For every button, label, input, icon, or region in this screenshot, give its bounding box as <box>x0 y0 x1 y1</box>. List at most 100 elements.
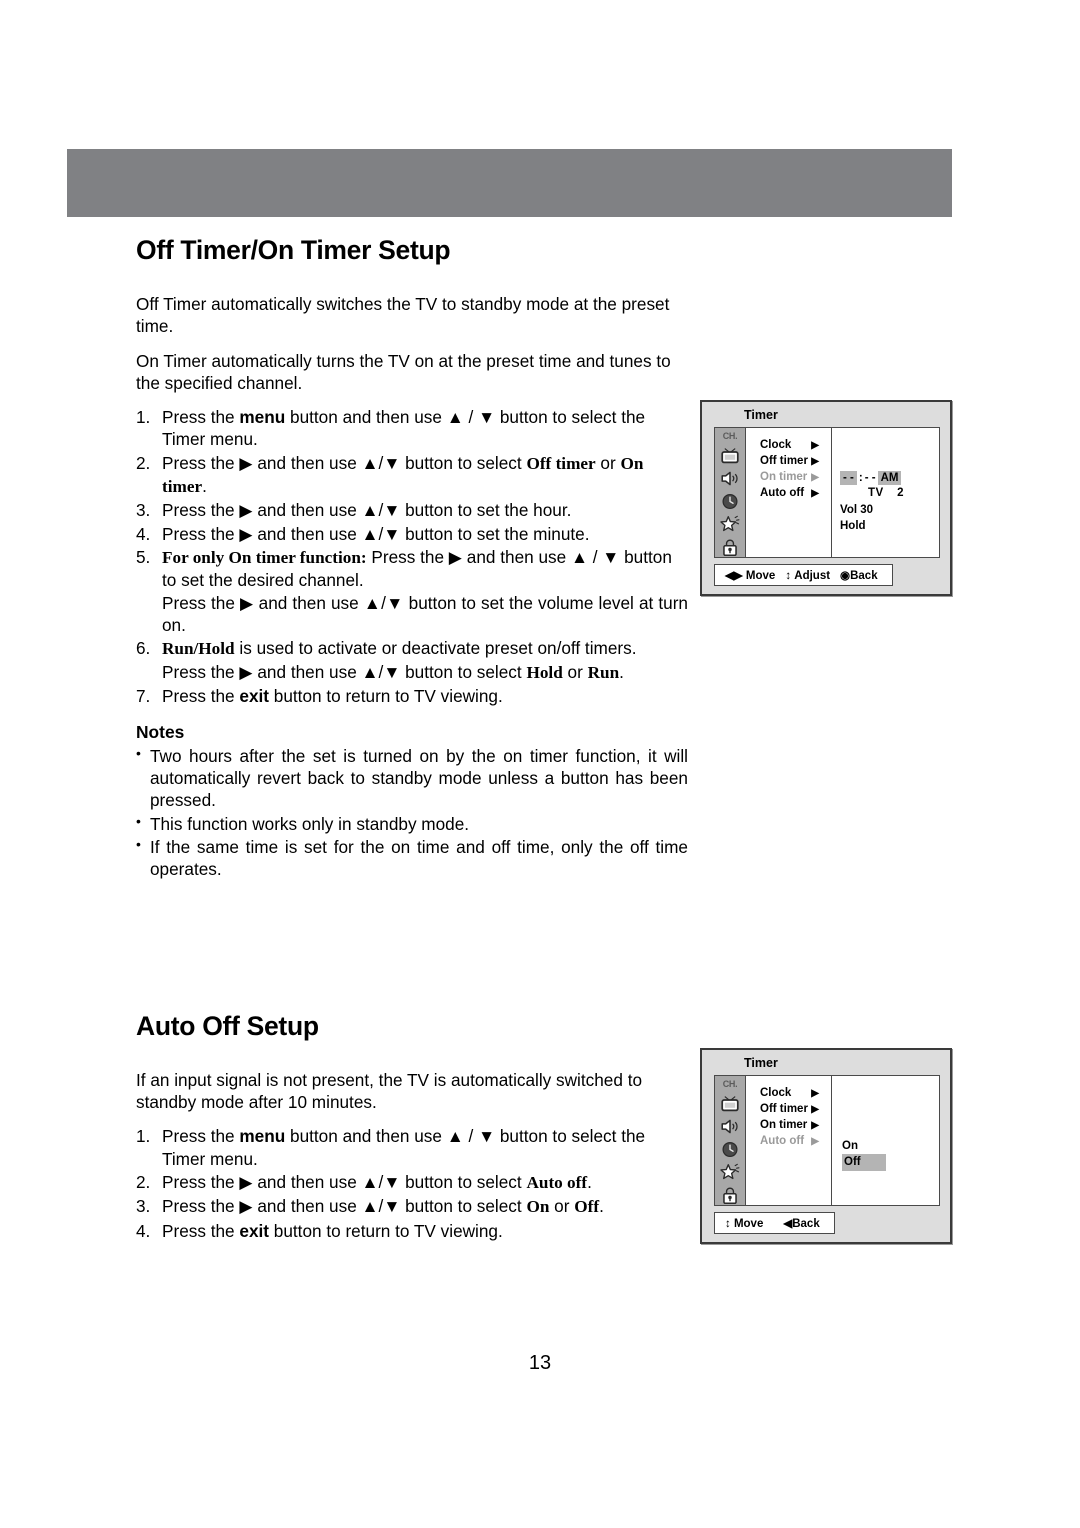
osd-menu-item-on-timer[interactable]: On timer ▶ <box>760 470 831 486</box>
step-text-pre: Press the ▶ and then use ▲/▼ button to s… <box>162 523 590 544</box>
section2-intro-paragraph: If an input signal is not present, the T… <box>136 1069 643 1113</box>
tv-icon[interactable] <box>719 446 741 465</box>
osd-menu-item-off-timer[interactable]: Off timer ▶ <box>760 454 831 470</box>
step-number: 3. <box>136 1196 151 1217</box>
step-number: 4. <box>136 523 151 544</box>
step-text-pre: Press the ▶ and then use ▲/▼ button to s… <box>162 1171 527 1192</box>
step-number: 5. <box>136 547 151 568</box>
adjust-hint: ↕ Adjust <box>785 570 830 582</box>
step-text-pre: Press the <box>162 406 240 427</box>
tv-icon[interactable] <box>719 1094 741 1113</box>
back-hint: ◀Back <box>783 1218 819 1230</box>
osd-menu-item-off-timer[interactable]: Off timer ▶ <box>760 1102 831 1118</box>
chevron-right-icon: ▶ <box>811 1120 819 1132</box>
step-number: 1. <box>136 1126 151 1147</box>
back-circle-icon: ◉ <box>840 570 851 582</box>
move-label: Move <box>733 1218 764 1230</box>
star-icon[interactable] <box>719 515 741 534</box>
step-text-extra-bold2: Run <box>587 662 620 682</box>
note-item: This function works only in standby mode… <box>136 812 688 835</box>
step-text-mid: is used to activate or deactivate preset… <box>234 638 637 659</box>
chevron-right-icon: ▶ <box>811 440 819 452</box>
note-item: If the same time is set for the on time … <box>136 835 688 881</box>
osd-menu-timer-auto-off: Timer CH. Clock ▶ Off timer ▶ On timer ▶… <box>700 1048 952 1244</box>
step-text-pre: Press the ▶ and then use ▲/▼ button to s… <box>162 500 572 521</box>
step-number: 6. <box>136 638 151 659</box>
osd-category-rail: CH. <box>715 1076 746 1205</box>
osd-menu-item-clock[interactable]: Clock ▶ <box>760 438 831 454</box>
hour-value[interactable]: - - <box>840 471 857 485</box>
step-text-bold: On <box>526 1197 550 1217</box>
notes-list: Two hours after the set is turned on by … <box>136 744 688 881</box>
minute-value[interactable]: - - <box>865 472 876 484</box>
channel-value[interactable]: 2 <box>897 487 904 499</box>
step-item: 1. Press the menu button and then use ▲ … <box>136 406 688 451</box>
chevron-right-icon: ▶ <box>811 472 819 484</box>
section-title-auto-off: Auto Off Setup <box>136 1010 319 1041</box>
speaker-icon[interactable] <box>719 1117 741 1136</box>
channel-label-icon: CH. <box>722 431 738 441</box>
chevron-right-icon: ▶ <box>811 1088 819 1100</box>
step-text-pre: Press the <box>162 1220 240 1241</box>
osd-body: CH. Clock ▶ Off timer ▶ On timer ▶ Auto … <box>714 427 940 558</box>
osd-menu-item-on-timer[interactable]: On timer ▶ <box>760 1118 831 1134</box>
auto-off-options: On Off <box>842 1138 886 1171</box>
step-text-post: . <box>202 475 207 496</box>
back-hint: ◉Back <box>840 570 878 582</box>
chevron-right-icon: ▶ <box>811 1136 819 1148</box>
clock-icon[interactable] <box>719 1140 741 1159</box>
step-number: 7. <box>136 686 151 707</box>
osd-menu-item-label: Clock <box>760 439 792 452</box>
move-hint: ◀▶ Move <box>725 570 775 582</box>
volume-value[interactable]: Vol 30 <box>840 504 873 516</box>
step-text-bold: For only On timer function: <box>162 548 367 568</box>
step-item: 2. Press the ▶ and then use ▲/▼ button t… <box>136 1171 688 1194</box>
section1-steps-list: 1. Press the menu button and then use ▲ … <box>136 406 688 708</box>
osd-menu-item-auto-off[interactable]: Auto off ▶ <box>760 1134 831 1150</box>
lock-icon[interactable] <box>719 538 741 557</box>
time-colon: : <box>858 472 863 484</box>
chevron-right-icon: ▶ <box>811 488 819 500</box>
up-down-arrow-icon: ↕ <box>725 1218 731 1230</box>
osd-menu-item-label: Auto off <box>760 487 805 500</box>
osd-menu-item-label: Clock <box>760 1087 792 1100</box>
page-number: 13 <box>528 1352 552 1374</box>
osd-footer-hints: ◀▶ Move ↕ Adjust ◉Back <box>714 564 893 586</box>
step-number: 1. <box>136 406 151 427</box>
star-icon[interactable] <box>719 1163 741 1182</box>
left-right-arrow-icon: ◀▶ <box>725 570 743 582</box>
channel-label-icon: CH. <box>722 1079 738 1089</box>
step-text-bold: exit <box>239 686 270 707</box>
step-item: 5. For only On timer function: Press the… <box>136 546 688 636</box>
clock-icon[interactable] <box>719 492 741 511</box>
osd-detail-panel: On Off <box>831 1076 939 1205</box>
step-number: 4. <box>136 1220 151 1241</box>
step-number: 2. <box>136 452 151 473</box>
step-text-pre: Press the <box>162 1126 240 1147</box>
option-off-selected[interactable]: Off <box>842 1154 886 1171</box>
option-on[interactable]: On <box>842 1138 886 1154</box>
chevron-right-icon: ▶ <box>811 456 819 468</box>
run-hold-value[interactable]: Hold <box>840 520 866 532</box>
osd-menu-item-clock[interactable]: Clock ▶ <box>760 1086 831 1102</box>
step-text-pre: Press the ▶ and then use ▲/▼ button to s… <box>162 452 527 473</box>
osd-menu-item-label: On timer <box>760 471 808 484</box>
speaker-icon[interactable] <box>719 469 741 488</box>
move-label: Move <box>745 570 776 582</box>
osd-title: Timer <box>744 1056 778 1070</box>
step-text-bold: menu <box>239 406 286 427</box>
meridiem-value[interactable]: AM <box>877 471 902 485</box>
step-text-bold: exit <box>239 1220 270 1241</box>
osd-menu-item-auto-off[interactable]: Auto off ▶ <box>760 486 831 502</box>
osd-category-rail: CH. <box>715 428 746 557</box>
osd-menu-item-label: On timer <box>760 1119 808 1132</box>
step-text-bold: menu <box>239 1126 286 1147</box>
osd-title: Timer <box>744 408 778 422</box>
page-header-band <box>67 149 952 217</box>
step-item: 3. Press the ▶ and then use ▲/▼ button t… <box>136 1195 688 1218</box>
step-text-mid: or <box>549 1196 575 1217</box>
step-text-pre: Press the <box>162 686 240 707</box>
osd-menu-item-label: Auto off <box>760 1135 805 1148</box>
lock-icon[interactable] <box>719 1186 741 1205</box>
